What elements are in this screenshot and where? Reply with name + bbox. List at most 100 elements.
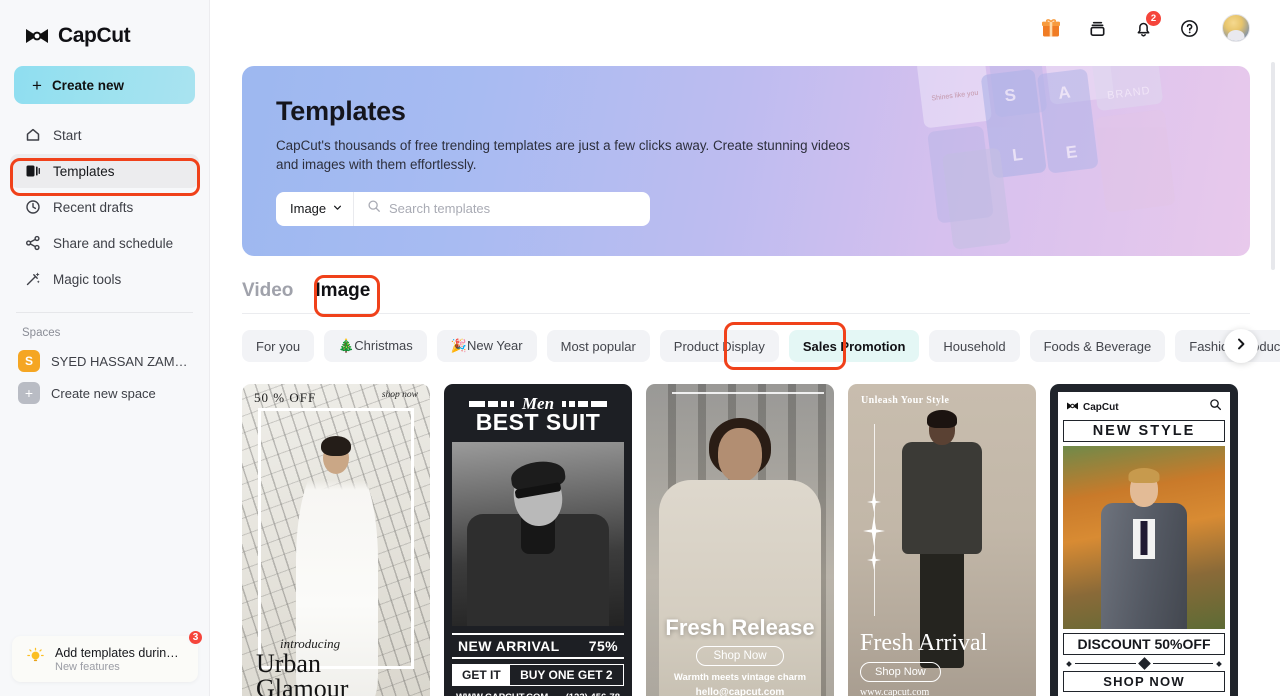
card-caption: Fresh Arrival Shop Now www.capcut.com: [860, 630, 987, 696]
card-title: Fresh Release: [665, 615, 815, 640]
sidebar-item-label: Magic tools: [53, 271, 122, 287]
templates-icon: [24, 163, 41, 180]
capcut-logo-icon: [24, 26, 50, 46]
sidebar-item-start[interactable]: Start: [10, 118, 199, 152]
template-card[interactable]: CapCut NEW STYLE DISCOUNT 50%OFF SHOP NO…: [1050, 384, 1238, 696]
card-title: BEST SUIT: [475, 409, 601, 435]
card-subject-hair: [321, 436, 351, 456]
brand-name: CapCut: [58, 24, 131, 47]
vertical-scrollbar[interactable]: [1271, 62, 1275, 270]
sparkle-icon: [867, 550, 881, 575]
tab-video[interactable]: Video: [242, 280, 293, 313]
sidebar-item-recent-drafts[interactable]: Recent drafts: [10, 190, 199, 224]
chip-most-popular[interactable]: Most popular: [546, 330, 650, 362]
stack-icon[interactable]: [1084, 15, 1110, 41]
sidebar-item-magic-tools[interactable]: Magic tools: [10, 262, 199, 296]
page-title: Templates: [276, 96, 406, 126]
chip-sales-promotion[interactable]: Sales Promotion: [788, 330, 920, 362]
sidebar-item-templates[interactable]: Templates: [10, 154, 199, 188]
banner-subtitle: CapCut's thousands of free trending temp…: [276, 138, 850, 173]
plus-icon: +: [18, 382, 40, 404]
card-cta-row: GET IT BUY ONE GET 2: [452, 664, 624, 686]
promo-card-add-templates[interactable]: Add templates durin… New features 3: [12, 629, 204, 682]
promo-title: Add templates durin…: [55, 645, 179, 660]
capcut-app-window: CapCut + Create new Start Templates Rece…: [0, 0, 1280, 696]
chevron-right-icon: [1234, 337, 1248, 356]
sidebar-item-label: Start: [53, 127, 82, 143]
template-card[interactable]: Men BEST SUIT NEW ARRIVAL 75% GET IT BUY…: [444, 384, 632, 696]
bell-icon[interactable]: 2: [1130, 11, 1161, 41]
sparkle-icon: [867, 492, 881, 517]
card-title-line2: Glamour: [256, 674, 349, 696]
share-icon: [24, 235, 41, 252]
space-item-label: Create new space: [51, 385, 156, 401]
card-arrival-label: NEW ARRIVAL: [458, 638, 560, 654]
chip-product-display[interactable]: Product Display: [659, 330, 779, 362]
chip-new-year[interactable]: 🎉New Year: [436, 330, 537, 362]
chevron-down-icon: [332, 201, 343, 216]
search-icon: [367, 199, 381, 218]
spaces-section-label: Spaces: [22, 327, 61, 339]
tab-image[interactable]: Image: [315, 280, 370, 313]
search-type-value: Image: [290, 201, 327, 217]
card-top-row: 50 % OFF shop now: [242, 390, 430, 406]
promo-subtitle: New features: [55, 660, 120, 673]
card-discount: DISCOUNT 50%OFF: [1063, 633, 1225, 655]
card-arrival-value: 75%: [588, 638, 618, 654]
gift-icon[interactable]: [1038, 15, 1064, 41]
card-arrival-row: NEW ARRIVAL 75%: [452, 633, 624, 659]
card-shop-text: shop now: [381, 390, 418, 400]
chip-household[interactable]: Household: [929, 330, 1020, 362]
create-new-label: Create new: [51, 77, 124, 93]
search-input[interactable]: [389, 201, 650, 217]
search-type-select[interactable]: Image: [276, 191, 354, 226]
clock-icon: [24, 199, 41, 216]
bell-badge-count: 2: [1146, 11, 1161, 26]
promo-badge-count: 3: [187, 629, 204, 646]
card-header-bar: CapCut: [1063, 397, 1225, 420]
category-chips: For you 🎄Christmas 🎉New Year Most popula…: [242, 322, 1280, 370]
main-content: 2 S L A E BRAND Shines like you Template…: [210, 0, 1280, 696]
topbar: 2: [210, 0, 1280, 56]
chips-scroll-next-button[interactable]: [1224, 329, 1258, 363]
template-card[interactable]: Unleash Your Style Fresh Arrival Shop No…: [848, 384, 1036, 696]
card-footer-phone: (123) 456-78: [566, 692, 620, 696]
magic-wand-icon: [24, 271, 41, 288]
brand-logo[interactable]: CapCut: [0, 0, 209, 54]
home-icon: [24, 127, 41, 144]
card-brand: CapCut: [1066, 401, 1119, 414]
template-card[interactable]: Fresh Release Shop Now Warmth meets vint…: [646, 384, 834, 696]
space-avatar-initial: S: [18, 350, 40, 372]
templates-banner: S L A E BRAND Shines like you Templates: [242, 66, 1250, 256]
help-icon[interactable]: [1176, 15, 1202, 41]
chip-foods-beverage[interactable]: Foods & Beverage: [1029, 330, 1166, 362]
space-item-user[interactable]: S SYED HASSAN ZAM…: [0, 345, 209, 377]
card-email: hello@capcut.com: [695, 687, 785, 696]
card-headline: NEW STYLE: [1063, 420, 1225, 442]
card-shop-button: SHOP NOW: [1063, 671, 1225, 692]
user-avatar[interactable]: [1222, 14, 1250, 42]
card-url: www.capcut.com: [860, 687, 930, 696]
chip-for-you[interactable]: For you: [242, 330, 315, 362]
card-cta-secondary: BUY ONE GET 2: [520, 668, 613, 682]
sidebar-nav: Start Templates Recent drafts Share and …: [0, 118, 209, 298]
sidebar-item-share-and-schedule[interactable]: Share and schedule: [10, 226, 199, 260]
chip-christmas[interactable]: 🎄Christmas: [324, 330, 427, 362]
card-offer-text: 50 % OFF: [254, 390, 317, 405]
template-search-bar: Image: [276, 191, 650, 226]
sidebar-item-label: Recent drafts: [53, 199, 134, 215]
plus-icon: +: [32, 75, 42, 95]
card-photo: [452, 442, 624, 626]
lightbulb-icon: [26, 647, 45, 671]
template-card-grid: 50 % OFF shop now introducing Urban Glam…: [242, 384, 1280, 696]
create-new-button[interactable]: + Create new: [14, 66, 195, 104]
card-caption: introducing Urban Glamour: [256, 636, 348, 696]
card-footer: WWW.CAPCUT.COM (123) 456-78: [452, 692, 624, 696]
card-footer-site: WWW.CAPCUT.COM: [456, 692, 548, 696]
template-card[interactable]: 50 % OFF shop now introducing Urban Glam…: [242, 384, 430, 696]
card-caption: Fresh Release Shop Now Warmth meets vint…: [646, 615, 834, 696]
card-title: Fresh Arrival: [860, 630, 988, 656]
search-input-wrap[interactable]: [354, 199, 650, 218]
create-new-space-button[interactable]: + Create new space: [0, 377, 209, 409]
tabs-divider: [242, 313, 1250, 314]
